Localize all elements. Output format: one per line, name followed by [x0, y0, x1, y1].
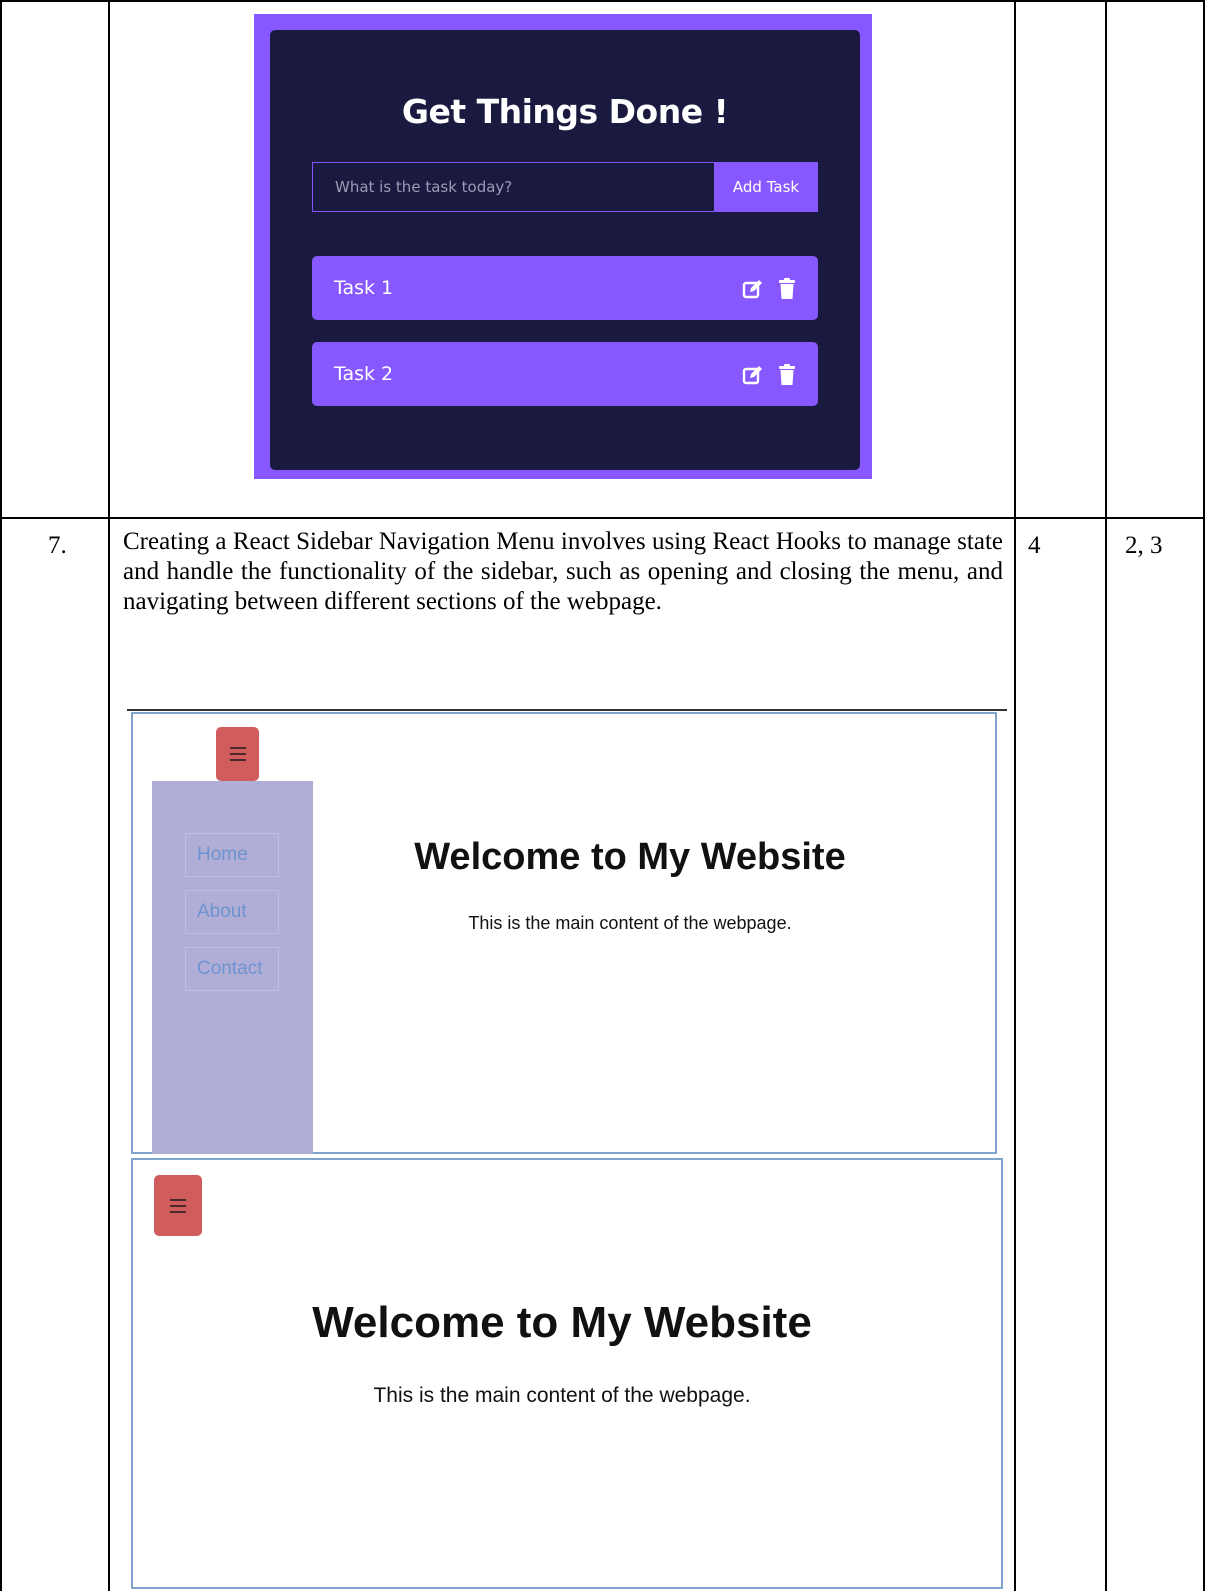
edit-icon[interactable]	[742, 279, 764, 304]
row-course-outcomes: 2, 3	[1125, 532, 1163, 559]
hamburger-icon	[170, 1198, 186, 1213]
sidebar-item-contact[interactable]: Contact	[185, 947, 279, 991]
table-border-top	[0, 0, 1205, 2]
table-border-left	[0, 0, 2, 1591]
sidebar-open-screenshot: Home About Contact Welcome to My Website…	[131, 712, 997, 1154]
table-border-col2	[1014, 0, 1016, 1591]
edit-icon[interactable]	[742, 365, 764, 390]
sidebar-item-home[interactable]: Home	[185, 833, 279, 877]
trash-icon[interactable]	[778, 364, 796, 391]
add-task-button[interactable]: Add Task	[714, 162, 818, 212]
row-marks: 4	[1028, 532, 1041, 559]
row-description: Creating a React Sidebar Navigation Menu…	[123, 528, 1003, 615]
row-number: 7.	[48, 532, 67, 559]
table-row-divider	[0, 517, 1205, 519]
todo-card: Get Things Done ! What is the task today…	[270, 30, 860, 470]
sidebar-closed-screenshot: Welcome to My Website This is the main c…	[131, 1158, 1003, 1589]
menu-toggle-button[interactable]	[154, 1175, 202, 1236]
sidebar-panel: Home About Contact	[152, 781, 313, 1154]
todo-title: Get Things Done !	[401, 92, 729, 131]
sidebar-item-about[interactable]: About	[185, 890, 279, 934]
table-border-col3	[1105, 0, 1107, 1591]
task-label: Task 2	[334, 363, 394, 385]
todo-app-screenshot: Get Things Done ! What is the task today…	[254, 14, 872, 479]
task-input[interactable]: What is the task today?	[312, 162, 736, 212]
table-border-col1	[108, 0, 110, 1591]
hamburger-icon	[229, 747, 246, 761]
task-item: Task 1	[312, 256, 818, 320]
task-item: Task 2	[312, 342, 818, 406]
page-subtext: This is the main content of the webpage.	[468, 913, 792, 933]
menu-toggle-button[interactable]	[216, 727, 259, 781]
todo-form: What is the task today? Add Task	[312, 162, 818, 212]
page-heading: Welcome to My Website	[312, 1298, 812, 1347]
page-subtext: This is the main content of the webpage.	[373, 1384, 751, 1407]
task-label: Task 1	[334, 277, 394, 299]
separator-line	[127, 709, 1007, 711]
page-heading: Welcome to My Website	[414, 836, 846, 878]
trash-icon[interactable]	[778, 278, 796, 305]
